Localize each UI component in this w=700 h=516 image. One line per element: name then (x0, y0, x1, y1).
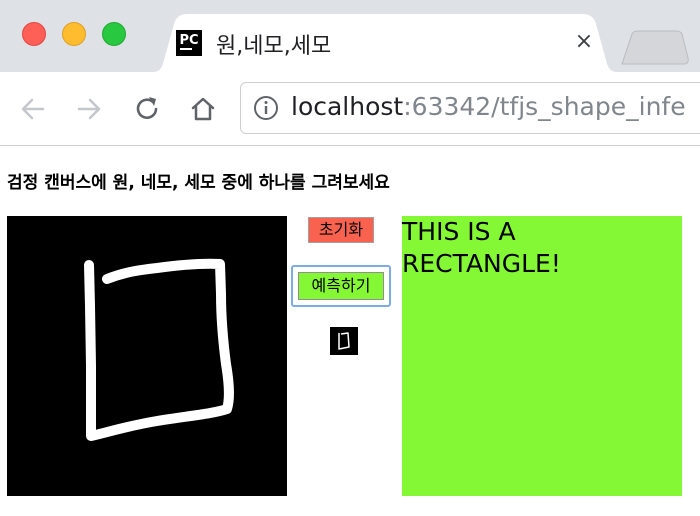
drawn-rectangle-stroke (84, 258, 234, 441)
tab-strip: PC 원,네모,세모 × (0, 0, 700, 72)
forward-arrow-icon[interactable] (72, 92, 106, 126)
preview-stroke (338, 332, 350, 350)
info-icon[interactable] (253, 95, 279, 121)
back-arrow-icon[interactable] (16, 92, 50, 126)
home-icon[interactable] (186, 92, 220, 126)
predict-button[interactable]: 예측하기 (298, 272, 384, 300)
predict-button-focus-ring: 예측하기 (291, 265, 391, 307)
page-content: 검정 캔버스에 원, 네모, 세모 중에 하나를 그려보세요 초기화 예측하기 … (0, 146, 700, 516)
browser-toolbar: localhost:63342/tfjs_shape_infe (0, 72, 700, 146)
maximize-window-button[interactable] (102, 22, 126, 46)
tab-close-icon[interactable]: × (572, 30, 596, 54)
address-bar[interactable]: localhost:63342/tfjs_shape_infe (240, 82, 700, 134)
result-panel: THIS IS A RECTANGLE! (402, 216, 682, 496)
url-path: :63342/tfjs_shape_infe (403, 92, 686, 121)
url-text[interactable]: localhost:63342/tfjs_shape_infe (291, 92, 686, 121)
new-tab-button[interactable] (618, 30, 690, 66)
page-heading: 검정 캔버스에 원, 네모, 세모 중에 하나를 그려보세요 (7, 173, 390, 193)
downscaled-input-preview (330, 327, 358, 355)
pycharm-favicon-icon: PC (176, 30, 202, 56)
browser-tab[interactable]: PC 원,네모,세모 × (146, 14, 624, 72)
url-host: localhost (291, 92, 404, 121)
reload-icon[interactable] (130, 92, 164, 126)
tab-title: 원,네모,세모 (216, 34, 332, 59)
minimize-window-button[interactable] (62, 22, 86, 46)
prediction-result-text: THIS IS A RECTANGLE! (402, 217, 561, 278)
reset-button[interactable]: 초기화 (308, 217, 374, 243)
drawing-canvas[interactable] (7, 216, 287, 496)
favicon-text: PC (179, 33, 199, 48)
close-window-button[interactable] (22, 22, 46, 46)
browser-window: PC 원,네모,세모 × localhost:63342/tfjs_shape_… (0, 0, 700, 516)
